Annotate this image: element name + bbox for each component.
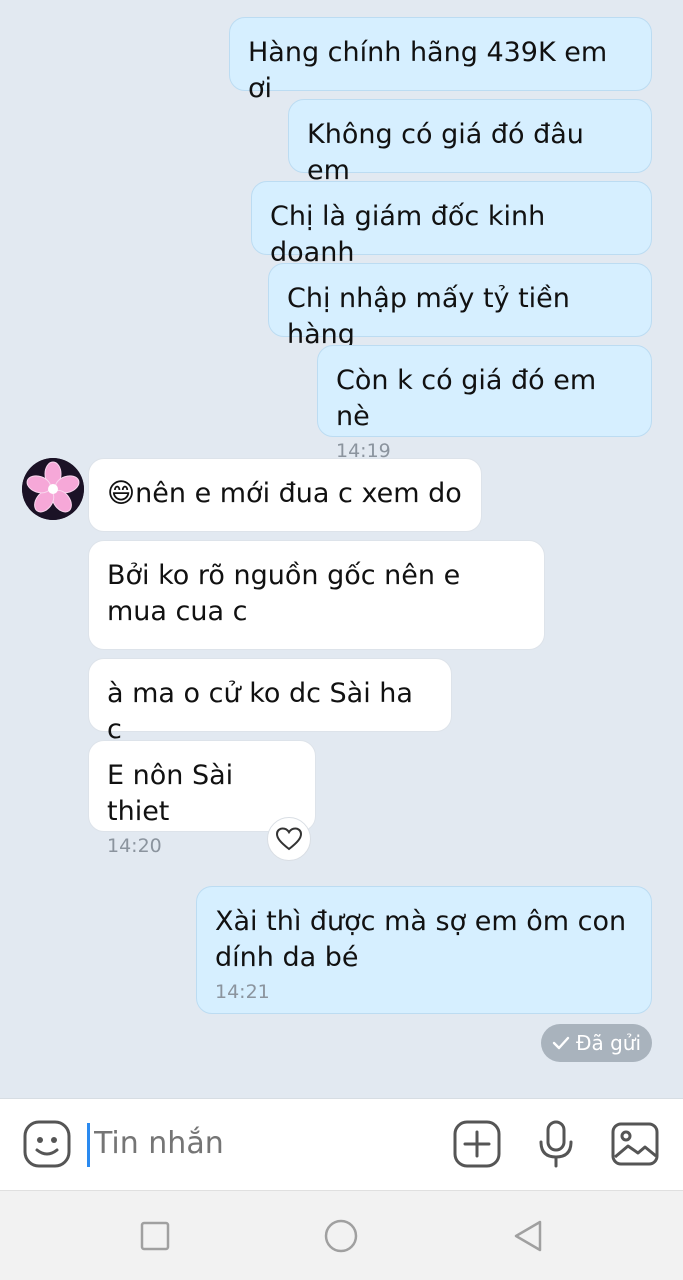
outgoing-message[interactable]: Hàng chính hãng 439K em ơi (229, 17, 652, 104)
image-icon (611, 1122, 659, 1166)
system-nav-bar (0, 1190, 683, 1280)
square-icon (140, 1221, 170, 1251)
message-text: Không có giá đó đâu em (307, 119, 584, 186)
incoming-message[interactable]: 😄nên e mới đua c xem do (88, 458, 482, 532)
outgoing-message[interactable]: Còn k có giá đó em nè 14:19 (317, 345, 652, 462)
sticker-icon (23, 1120, 71, 1168)
reaction-button[interactable] (267, 817, 311, 861)
message-text: E nôn Sài thiet (107, 760, 234, 827)
incoming-message[interactable]: à ma o cử ko dc Sài ha c (88, 658, 452, 745)
heart-icon (276, 827, 302, 851)
check-icon (552, 1036, 570, 1050)
message-input-bar (0, 1098, 683, 1190)
outgoing-message[interactable]: Không có giá đó đâu em (288, 99, 652, 186)
message-text: Hàng chính hãng 439K em ơi (248, 37, 608, 104)
message-text: à ma o cử ko dc Sài ha c (107, 678, 413, 745)
circle-icon (324, 1219, 358, 1253)
triangle-back-icon (514, 1220, 542, 1252)
message-text: 😄nên e mới đua c xem do (107, 478, 462, 509)
message-text: Xài thì được mà sợ em ôm con dính da bé (215, 906, 627, 973)
text-cursor (87, 1123, 90, 1167)
recent-apps-button[interactable] (137, 1218, 173, 1254)
chat-area[interactable]: Hàng chính hãng 439K em ơi Không có giá … (0, 0, 683, 1098)
plus-icon (453, 1120, 501, 1168)
back-button[interactable] (510, 1218, 546, 1254)
incoming-message[interactable]: Bởi ko rõ nguồn gốc nên e mua cua c (88, 540, 545, 650)
flower-avatar-image (22, 458, 84, 520)
message-input[interactable] (94, 1123, 424, 1165)
message-text: Chị là giám đốc kinh doanh (270, 201, 546, 268)
microphone-icon (539, 1120, 573, 1168)
message-text: Còn k có giá đó em nè (336, 365, 597, 432)
sticker-button[interactable] (22, 1119, 72, 1169)
voice-button[interactable] (531, 1119, 581, 1169)
outgoing-message[interactable]: Chị là giám đốc kinh doanh (251, 181, 652, 268)
message-text: Chị nhập mấy tỷ tiền hàng (287, 283, 570, 350)
add-button[interactable] (452, 1119, 502, 1169)
outgoing-message[interactable]: Chị nhập mấy tỷ tiền hàng (268, 263, 652, 350)
contact-avatar[interactable] (22, 458, 84, 520)
home-button[interactable] (323, 1218, 359, 1254)
message-text: Bởi ko rõ nguồn gốc nên e mua cua c (107, 560, 461, 627)
status-text: Đã gửi (575, 1031, 642, 1055)
sent-status-badge: Đã gửi (541, 1024, 652, 1062)
message-time: 14:21 (215, 981, 270, 1003)
image-button[interactable] (610, 1119, 660, 1169)
outgoing-message[interactable]: Xài thì được mà sợ em ôm con dính da bé … (196, 886, 652, 1014)
